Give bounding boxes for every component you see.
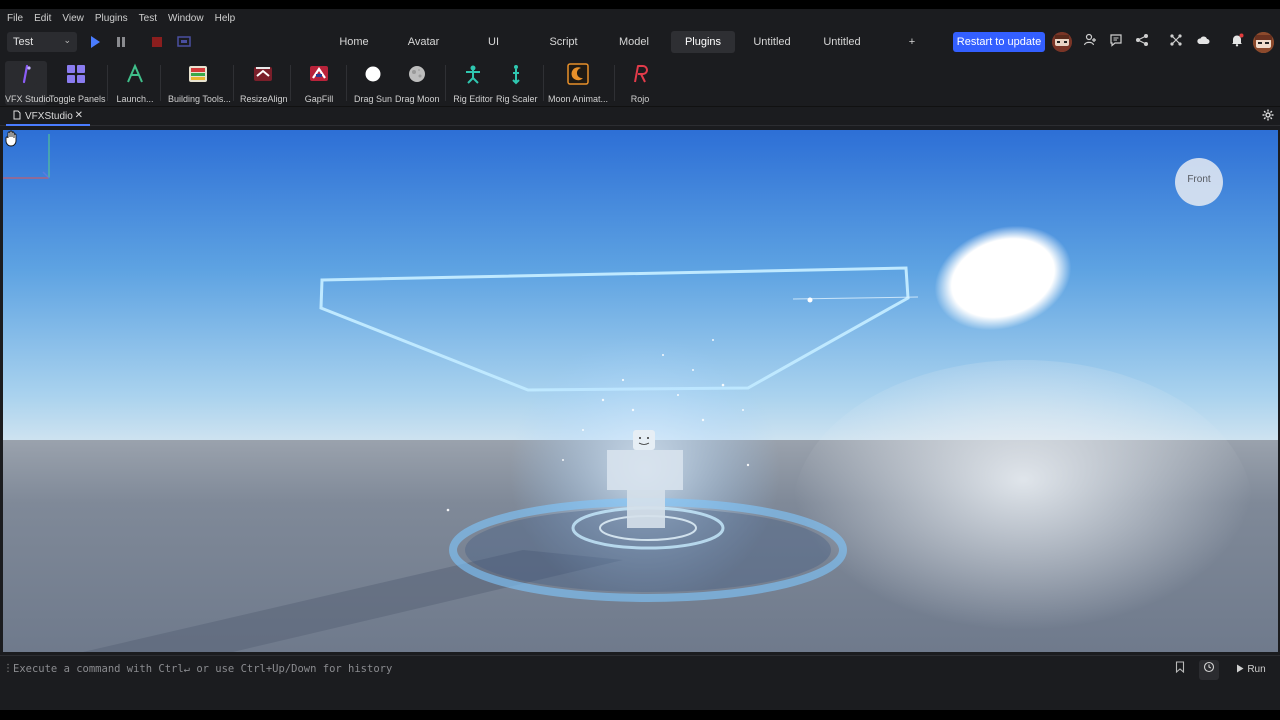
document-tabs: VFXStudio ✕	[0, 107, 1280, 126]
ribbon-tabs: Home Avatar UI Script Model Plugins Unti…	[320, 31, 949, 53]
bookmark-icon[interactable]	[1170, 660, 1190, 680]
view-gizmo-front-label[interactable]: Front	[1175, 158, 1223, 206]
plugin-launch[interactable]: Launch...	[115, 61, 155, 105]
close-icon[interactable]: ✕	[75, 110, 83, 121]
menu-view[interactable]: View	[62, 13, 84, 24]
add-tab-button[interactable]: +	[875, 31, 949, 53]
tab-ui[interactable]: UI	[459, 31, 528, 53]
main-toolbar: Test ⌄ Home Avatar UI Script Model Plugi…	[0, 27, 1280, 57]
scene-render	[3, 130, 1278, 652]
plugin-building-tools[interactable]: Building Tools...	[168, 61, 231, 105]
play-icon[interactable]	[87, 34, 103, 50]
top-letterbox	[0, 0, 1280, 9]
3d-viewport[interactable]: Front	[3, 130, 1278, 652]
tab-untitled-2[interactable]: Untitled	[809, 31, 875, 53]
ribbon-divider	[346, 65, 347, 101]
avatar[interactable]	[1052, 32, 1072, 52]
chevron-down-icon: ⌄	[63, 35, 71, 45]
user-avatar[interactable]	[1253, 32, 1274, 53]
ribbon-divider	[614, 65, 615, 101]
tab-avatar[interactable]: Avatar	[388, 31, 459, 53]
building-tools-icon	[189, 66, 207, 82]
mode-select[interactable]: Test ⌄	[7, 32, 77, 52]
tab-script[interactable]: Script	[528, 31, 599, 53]
plugin-drag-moon[interactable]: Drag Moon	[395, 61, 440, 105]
document-tab-vfxstudio[interactable]: VFXStudio ✕	[6, 107, 90, 126]
sun-icon	[365, 66, 381, 82]
drag-handle-icon[interactable]: ⋮	[3, 663, 13, 674]
studio-window: File Edit View Plugins Test Window Help …	[0, 0, 1280, 720]
play-icon	[1237, 664, 1244, 673]
ribbon-divider	[233, 65, 234, 101]
plugin-rojo[interactable]: Rojo	[622, 61, 658, 105]
command-input[interactable]: Execute a command with Ctrl↵ or use Ctrl…	[13, 663, 713, 675]
toggle-panels-icon	[67, 65, 85, 83]
gear-icon[interactable]	[1262, 109, 1276, 123]
menu-plugins[interactable]: Plugins	[95, 13, 128, 24]
stop-icon[interactable]	[149, 34, 165, 50]
launch-icon	[127, 63, 143, 83]
plugin-vfx-studio[interactable]: VFX Studio	[5, 61, 51, 105]
ribbon-divider	[445, 65, 446, 101]
document-tab-label: VFXStudio	[25, 111, 73, 122]
rig-scaler-icon	[512, 65, 520, 85]
resize-align-icon	[254, 67, 272, 81]
plugin-toggle-panels[interactable]: Toggle Panels	[49, 61, 106, 105]
document-icon	[13, 110, 21, 120]
menu-test[interactable]: Test	[139, 13, 157, 24]
plugin-rig-scaler[interactable]: Rig Scaler	[496, 61, 538, 105]
tab-home[interactable]: Home	[320, 31, 388, 53]
ribbon-divider	[290, 65, 291, 101]
rojo-icon	[634, 65, 648, 83]
plugin-resize-align[interactable]: ResizeAlign	[240, 61, 288, 105]
vfx-studio-icon	[15, 63, 37, 85]
menu-bar: File Edit View Plugins Test Window Help	[0, 9, 1280, 27]
ribbon-divider	[107, 65, 108, 101]
tab-untitled-1[interactable]: Untitled	[735, 31, 809, 53]
gapfill-icon	[310, 66, 328, 81]
share-icon[interactable]	[1133, 33, 1151, 51]
screen-icon[interactable]	[176, 34, 192, 50]
menu-help[interactable]: Help	[215, 13, 236, 24]
moon-icon	[409, 66, 425, 82]
menu-edit[interactable]: Edit	[34, 13, 51, 24]
tab-model[interactable]: Model	[599, 31, 669, 53]
command-bar: ⋮ Execute a command with Ctrl↵ or use Ct…	[0, 655, 1280, 683]
bottom-letterbox	[0, 710, 1280, 720]
run-button[interactable]: Run	[1229, 660, 1273, 680]
add-user-icon[interactable]	[1081, 33, 1099, 51]
collaborate-icon[interactable]	[1167, 33, 1185, 51]
history-icon[interactable]	[1199, 660, 1219, 680]
menu-window[interactable]: Window	[168, 13, 204, 24]
cloud-icon[interactable]	[1194, 33, 1212, 51]
mode-select-value: Test	[13, 36, 34, 48]
view-gizmo[interactable]	[3, 130, 55, 180]
menu-file[interactable]: File	[7, 13, 23, 24]
run-label: Run	[1247, 664, 1266, 675]
rig-editor-icon	[466, 65, 480, 84]
tab-plugins[interactable]: Plugins	[671, 31, 735, 53]
plugin-moon-animator[interactable]: Moon Animat...	[548, 61, 608, 105]
ribbon-divider	[160, 65, 161, 101]
pause-icon[interactable]	[113, 34, 129, 50]
moon-animator-icon	[567, 63, 589, 85]
notification-bell-icon[interactable]	[1228, 33, 1246, 51]
plugin-drag-sun[interactable]: Drag Sun	[353, 61, 393, 105]
ribbon-divider	[543, 65, 544, 101]
chat-icon[interactable]	[1107, 33, 1125, 51]
plugins-ribbon: VFX Studio Toggle Panels Launch... Build…	[0, 57, 1280, 107]
plugin-gapfill[interactable]: GapFill	[299, 61, 339, 105]
restart-to-update-button[interactable]: Restart to update	[953, 32, 1045, 52]
plugin-rig-editor[interactable]: Rig Editor	[452, 61, 494, 105]
